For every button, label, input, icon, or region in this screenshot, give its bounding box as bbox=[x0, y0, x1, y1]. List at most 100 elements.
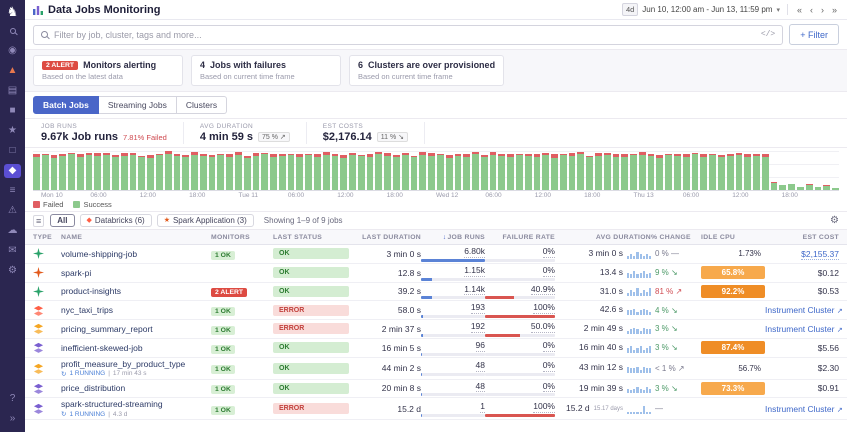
instrument-cluster-link[interactable]: Instrument Cluster ↗ bbox=[765, 404, 843, 414]
summary-card-overprovisioned[interactable]: 6 Clusters are over provisioned Based on… bbox=[349, 55, 504, 86]
instrument-cluster-link[interactable]: Instrument Cluster ↗ bbox=[765, 305, 843, 315]
failure-rate-value[interactable]: 100% bbox=[533, 402, 555, 413]
chart-bar[interactable] bbox=[428, 153, 435, 190]
job-runs-value[interactable]: 6.80k bbox=[464, 247, 485, 258]
step-forward-button[interactable]: › bbox=[819, 5, 826, 15]
chart-bar[interactable] bbox=[771, 182, 778, 190]
tab-batch-jobs[interactable]: Batch Jobs bbox=[33, 96, 99, 114]
col-monitors[interactable]: MONITORS bbox=[211, 234, 273, 241]
collapse-icon[interactable]: » bbox=[4, 412, 21, 426]
col-name[interactable]: NAME bbox=[61, 234, 211, 241]
chart-bar[interactable] bbox=[112, 155, 119, 190]
time-range-preset[interactable]: 4d bbox=[622, 3, 638, 16]
chart-bar[interactable] bbox=[446, 155, 453, 190]
chart-bar[interactable] bbox=[33, 154, 40, 190]
job-runs-value[interactable]: 48 bbox=[476, 382, 485, 393]
chart-bar[interactable] bbox=[753, 154, 760, 190]
monitor-status-badge[interactable]: 1 OK bbox=[211, 326, 235, 335]
filter-pill-databricks-6[interactable]: ◆Databricks (6) bbox=[80, 214, 152, 227]
chart-bar[interactable] bbox=[121, 153, 128, 190]
chart-bar[interactable] bbox=[744, 154, 751, 190]
chart-bar[interactable] bbox=[393, 155, 400, 190]
filter-input[interactable] bbox=[54, 30, 755, 40]
chart-bar[interactable] bbox=[481, 155, 488, 190]
chart-bar[interactable] bbox=[288, 154, 295, 190]
table-row[interactable]: product-insights2 ALERTOK39.2 s1.14k40.9… bbox=[25, 283, 847, 302]
chart-bar[interactable] bbox=[261, 153, 268, 190]
job-name-link[interactable]: nyc_taxi_trips bbox=[61, 305, 113, 315]
chart-bar[interactable] bbox=[138, 156, 145, 190]
chart-bar[interactable] bbox=[613, 154, 620, 190]
chart-bar[interactable] bbox=[674, 154, 681, 190]
chart-bar[interactable] bbox=[42, 154, 49, 191]
chart-bar[interactable] bbox=[727, 154, 734, 190]
chart-bar[interactable] bbox=[700, 154, 707, 190]
gear-icon[interactable]: ⚙ bbox=[830, 215, 839, 226]
table-row[interactable]: pricing_summary_report1 OKERROR2 min 37 … bbox=[25, 320, 847, 339]
chart-bar[interactable] bbox=[630, 154, 637, 190]
table-row[interactable]: spark-structured-streaming↻1 RUNNING|4.3… bbox=[25, 398, 847, 420]
chart-bar[interactable] bbox=[718, 155, 725, 190]
failure-rate-value[interactable]: 0% bbox=[543, 266, 555, 277]
jump-back-button[interactable]: « bbox=[795, 5, 804, 15]
chart-bar[interactable] bbox=[68, 153, 75, 190]
chart-bar[interactable] bbox=[244, 156, 251, 190]
col-last-duration[interactable]: LAST DURATION bbox=[359, 234, 421, 241]
monitor-status-badge[interactable]: 1 OK bbox=[211, 385, 235, 394]
data-jobs-icon[interactable]: ◆ bbox=[4, 164, 21, 178]
legend-success[interactable]: Success bbox=[73, 200, 111, 209]
failure-rate-value[interactable]: 100% bbox=[533, 303, 555, 314]
chart-bar[interactable] bbox=[59, 154, 66, 190]
monitor-status-badge[interactable]: 1 OK bbox=[211, 406, 235, 415]
chart-bar[interactable] bbox=[490, 152, 497, 190]
chart-bar[interactable] bbox=[279, 154, 286, 190]
chevron-down-icon[interactable]: ▾ bbox=[776, 6, 780, 14]
chart-bar[interactable] bbox=[595, 153, 602, 190]
col-type[interactable]: TYPE bbox=[33, 234, 61, 241]
chart-bar[interactable] bbox=[130, 153, 137, 190]
chart-bar[interactable] bbox=[103, 153, 110, 190]
chart-bar[interactable] bbox=[797, 187, 804, 190]
chart-bar[interactable] bbox=[77, 154, 84, 190]
list-view-icon[interactable]: ≡ bbox=[33, 215, 44, 227]
job-runs-value[interactable]: 1.14k bbox=[464, 285, 485, 296]
chart-bar[interactable] bbox=[560, 154, 567, 190]
chart-bar[interactable] bbox=[182, 155, 189, 190]
summary-card-monitors[interactable]: 2 ALERT Monitors alerting Based on the l… bbox=[33, 55, 183, 86]
monitor-status-badge[interactable]: 1 OK bbox=[211, 251, 235, 260]
security-icon[interactable]: ⚠ bbox=[4, 204, 21, 218]
tab-clusters[interactable]: Clusters bbox=[177, 96, 227, 114]
chart-bar[interactable] bbox=[332, 154, 339, 190]
notebooks-icon[interactable]: ✉ bbox=[4, 244, 21, 258]
jump-forward-button[interactable]: » bbox=[830, 5, 839, 15]
tab-streaming-jobs[interactable]: Streaming Jobs bbox=[99, 96, 177, 114]
chart-bar[interactable] bbox=[165, 151, 172, 190]
chart-bar[interactable] bbox=[86, 153, 93, 190]
chart-bar[interactable] bbox=[621, 154, 628, 190]
chart-bar[interactable] bbox=[516, 154, 523, 190]
add-filter-button[interactable]: + Filter bbox=[789, 24, 839, 45]
job-runs-value[interactable]: 96 bbox=[476, 341, 485, 352]
legend-failed[interactable]: Failed bbox=[33, 200, 63, 209]
chart-bar[interactable] bbox=[217, 154, 224, 190]
chart-bar[interactable] bbox=[402, 153, 409, 190]
chart-bar[interactable] bbox=[437, 154, 444, 190]
chart-bar[interactable] bbox=[586, 156, 593, 190]
chart-bar[interactable] bbox=[815, 187, 822, 190]
chart-bar[interactable] bbox=[419, 152, 426, 190]
software-catalog-icon[interactable]: ▲ bbox=[4, 64, 21, 78]
col-idle-cpu[interactable]: IDLE CPU bbox=[701, 234, 765, 241]
col-failure-rate[interactable]: FAILURE RATE bbox=[485, 234, 555, 241]
job-name-link[interactable]: profit_measure_by_product_type bbox=[61, 359, 185, 369]
chart-bar[interactable] bbox=[604, 153, 611, 190]
chart-bar[interactable] bbox=[411, 156, 418, 190]
monitor-status-badge[interactable]: 1 OK bbox=[211, 307, 235, 316]
step-back-button[interactable]: ‹ bbox=[808, 5, 815, 15]
monitor-status-badge[interactable]: 1 OK bbox=[211, 365, 235, 374]
table-row[interactable]: volume-shipping-job1 OKOK3 min 0 s6.80k0… bbox=[25, 245, 847, 264]
summary-card-failures[interactable]: 4 Jobs with failures Based on current ti… bbox=[191, 55, 341, 86]
chart-bar[interactable] bbox=[94, 153, 101, 190]
failure-rate-value[interactable]: 0% bbox=[543, 247, 555, 258]
chart-bar[interactable] bbox=[665, 154, 672, 190]
chart-bar[interactable] bbox=[367, 154, 374, 190]
